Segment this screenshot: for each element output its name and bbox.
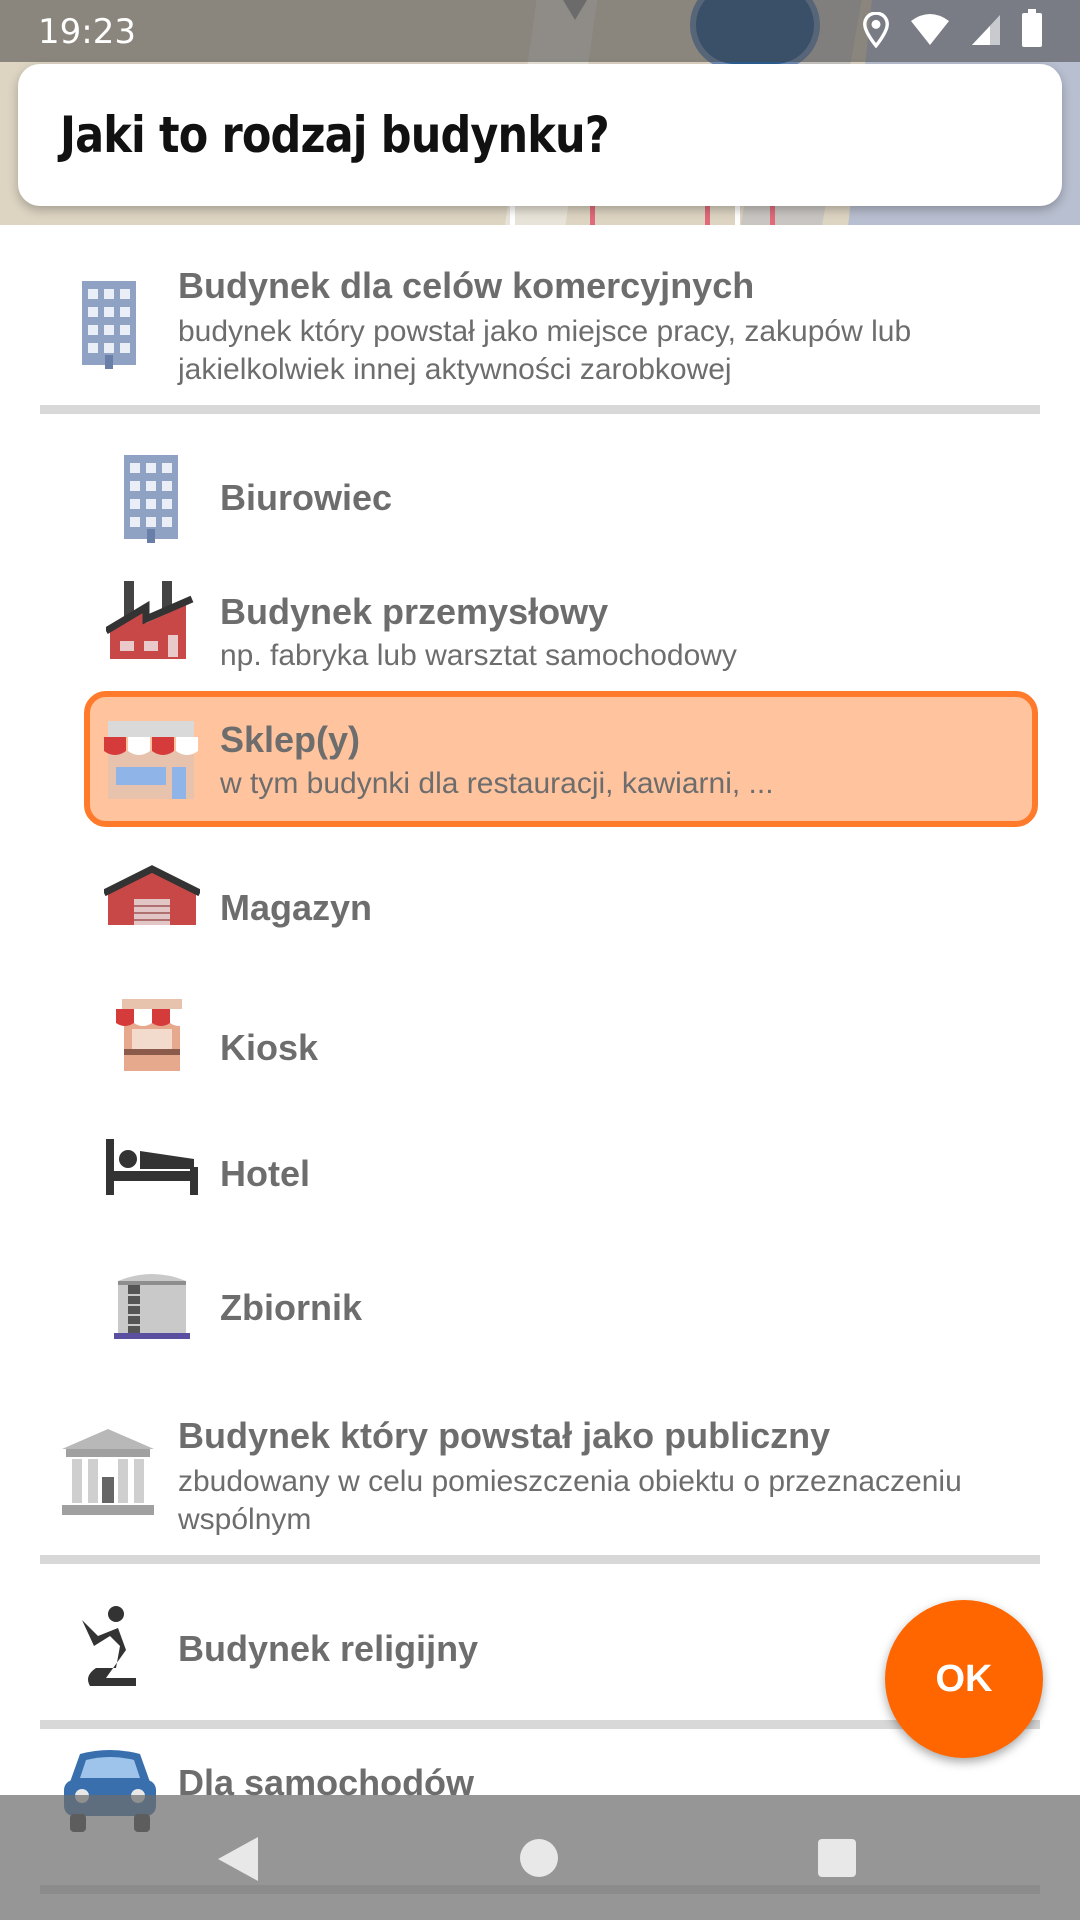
list-item-commercial[interactable]: Budynek dla celów komercyjnych budynek k… — [0, 225, 1080, 415]
divider — [40, 1720, 1040, 1729]
praying-person-icon — [82, 1606, 136, 1686]
list-item-shop[interactable]: Sklep(y) w tym budynki dla restauracji, … — [0, 691, 1080, 827]
page-title: Jaki to rodzaj budynku? — [60, 106, 610, 164]
home-icon[interactable] — [520, 1839, 558, 1877]
status-bar: 19:23 — [0, 0, 1080, 62]
list-item-tank[interactable]: Zbiornik — [0, 1245, 1080, 1365]
factory-icon — [106, 581, 194, 659]
item-description: zbudowany w celu pomieszczenia obiektu o… — [178, 1465, 962, 1536]
bed-icon — [106, 1139, 198, 1195]
kiosk-icon — [116, 999, 188, 1071]
divider — [40, 1555, 1040, 1564]
location-icon — [863, 12, 889, 48]
list-item-kiosk[interactable]: Kiosk — [0, 975, 1080, 1095]
item-title: Budynek dla celów komercyjnych — [178, 265, 755, 306]
ok-button[interactable]: OK — [885, 1600, 1043, 1758]
signal-icon — [972, 15, 1000, 45]
item-description: w tym budynki dla restauracji, kawiarni,… — [220, 767, 774, 800]
item-title: Kiosk — [220, 1027, 319, 1068]
storage-tank-icon — [114, 1274, 190, 1339]
list-item-office[interactable]: Biurowiec — [0, 435, 1080, 555]
warehouse-icon — [104, 865, 200, 925]
item-title: Magazyn — [220, 887, 373, 928]
office-building-icon — [82, 281, 136, 369]
status-time: 19:23 — [38, 12, 136, 52]
question-card: Jaki to rodzaj budynku? — [18, 64, 1062, 206]
item-title: Hotel — [220, 1153, 310, 1194]
list-item-public[interactable]: Budynek który powstał jako publiczny zbu… — [0, 1375, 1080, 1555]
battery-icon — [1022, 9, 1042, 47]
public-building-icon — [62, 1429, 154, 1515]
item-title: Zbiornik — [220, 1287, 362, 1328]
item-title: Biurowiec — [220, 477, 393, 518]
wifi-icon — [911, 14, 949, 45]
item-title: Budynek przemysłowy — [220, 591, 609, 632]
item-title: Budynek religijny — [178, 1628, 479, 1669]
item-description: budynek który powstał jako miejsce pracy… — [178, 315, 912, 386]
item-description: np. fabryka lub warsztat samochodowy — [220, 639, 737, 672]
list-item-warehouse[interactable]: Magazyn — [0, 835, 1080, 955]
list-item-hotel[interactable]: Hotel — [0, 1111, 1080, 1231]
divider — [40, 405, 1040, 414]
office-building-icon — [124, 455, 178, 543]
shop-icon — [104, 721, 198, 799]
list-item-industrial[interactable]: Budynek przemysłowy np. fabryka lub wars… — [0, 565, 1080, 685]
back-icon[interactable] — [218, 1837, 258, 1881]
item-title: Sklep(y) — [220, 719, 361, 760]
navigation-bar — [0, 1795, 1080, 1920]
item-title: Budynek który powstał jako publiczny — [178, 1415, 831, 1456]
recents-icon[interactable] — [818, 1839, 856, 1877]
